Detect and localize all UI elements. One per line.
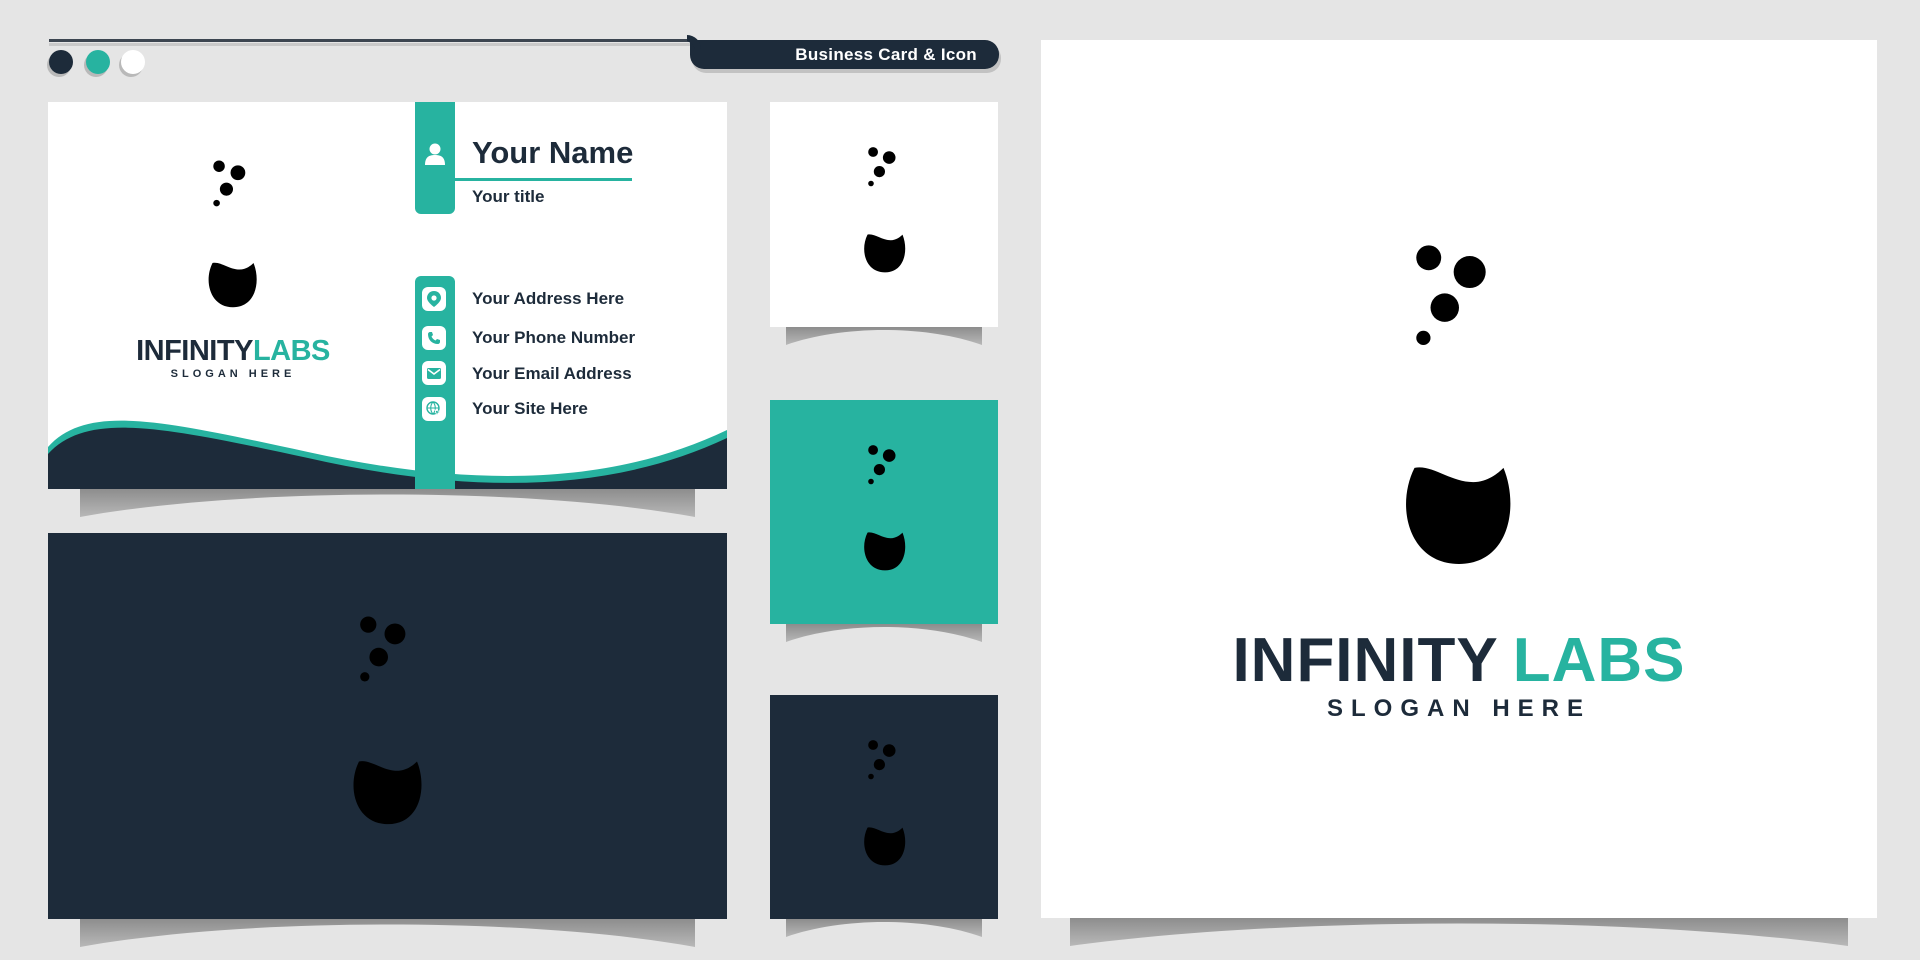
square-dark-shadow bbox=[786, 919, 982, 937]
logo-mark-mono-white bbox=[850, 443, 920, 583]
contact-site: Your Site Here bbox=[472, 399, 588, 418]
name-underline bbox=[455, 178, 632, 181]
business-card-front: INFINITYLABS SLOGAN HERE Your Name Your … bbox=[48, 102, 727, 489]
header-rule-shadow bbox=[49, 43, 694, 46]
contact-address: Your Address Here bbox=[472, 289, 625, 308]
header-rule bbox=[49, 39, 694, 42]
contact-email: Your Email Address bbox=[472, 364, 632, 383]
brand-wordmark: INFINITYLABS bbox=[48, 335, 418, 368]
logo-mark-back bbox=[330, 613, 446, 845]
location-pin-icon bbox=[422, 287, 446, 311]
logo-mark-mono-dark bbox=[850, 145, 920, 285]
swatch-white bbox=[121, 50, 145, 74]
brand-name-part1: INFINITY bbox=[136, 335, 253, 367]
square-white-shadow bbox=[786, 327, 982, 345]
logo-mark bbox=[192, 158, 274, 322]
page-title: Business Card & Icon bbox=[795, 44, 977, 64]
brand-wordmark-large: INFINITY LABS bbox=[1041, 625, 1877, 696]
brand-name-part1-large: INFINITY bbox=[1232, 626, 1499, 695]
swatch-teal bbox=[86, 50, 110, 74]
logo-showcase-panel: INFINITY LABS SLOGAN HERE bbox=[1041, 40, 1877, 918]
logo-mark-large bbox=[1370, 240, 1548, 596]
brand-slogan-large: SLOGAN HERE bbox=[1326, 695, 1591, 722]
brand-slogan: SLOGAN HERE bbox=[170, 368, 296, 380]
contact-phone: Your Phone Number bbox=[472, 328, 636, 347]
card-title: Your title bbox=[472, 187, 545, 206]
logo-variant-teal bbox=[770, 400, 998, 624]
card-name: Your Name bbox=[472, 135, 634, 170]
logo-variant-dark bbox=[770, 695, 998, 919]
business-card-back bbox=[48, 533, 727, 919]
big-panel-shadow bbox=[1070, 918, 1848, 946]
square-teal-shadow bbox=[786, 624, 982, 642]
brand-name-part2: LABS bbox=[252, 335, 330, 367]
logo-mark-dark bbox=[850, 738, 920, 878]
logo-variant-white bbox=[770, 102, 998, 327]
swatch-navy bbox=[49, 50, 73, 74]
card-front-shadow bbox=[80, 489, 695, 517]
brand-name-part2-large: LABS bbox=[1512, 626, 1686, 695]
card-back-shadow bbox=[80, 919, 695, 947]
person-icon bbox=[425, 143, 445, 165]
page-title-pill: Business Card & Icon bbox=[690, 40, 999, 69]
globe-cursor-icon bbox=[422, 397, 446, 421]
phone-icon bbox=[422, 326, 446, 350]
envelope-icon bbox=[422, 361, 446, 385]
